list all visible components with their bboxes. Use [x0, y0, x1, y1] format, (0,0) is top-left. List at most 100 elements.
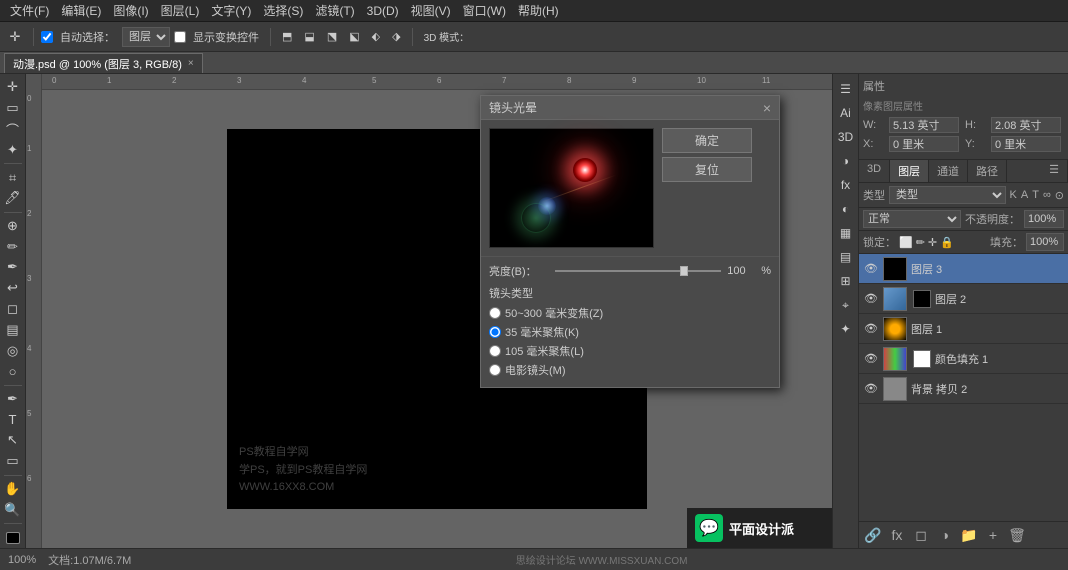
tool-type[interactable]: T — [2, 410, 24, 429]
icon-properties[interactable]: ☰ — [835, 78, 857, 100]
new-layer-btn[interactable]: + — [983, 525, 1003, 545]
delete-layer-btn[interactable]: 🗑 — [1007, 525, 1027, 545]
layer-2-visibility[interactable]: 👁 — [863, 291, 879, 307]
filter-type-select[interactable]: 类型 — [889, 186, 1006, 204]
tool-eraser[interactable]: ◻ — [2, 300, 24, 319]
tool-shape[interactable]: ▭ — [2, 452, 24, 471]
lens-radio-3[interactable] — [489, 364, 501, 376]
3d-mode-btn[interactable]: 3D 模式： — [420, 27, 474, 46]
icon-clone-source[interactable]: ⌖ — [835, 294, 857, 316]
filter-icon-1[interactable]: K — [1010, 189, 1017, 201]
fg-color-swatch[interactable] — [6, 532, 20, 544]
filter-toggle[interactable]: ⊙ — [1055, 189, 1064, 202]
tool-pen[interactable]: ✒ — [2, 390, 24, 409]
menu-layer[interactable]: 图层(L) — [155, 0, 206, 21]
tool-brush[interactable]: ✏ — [2, 237, 24, 256]
icon-swatches[interactable]: ▦ — [835, 222, 857, 244]
dialog-preview-canvas[interactable] — [489, 128, 654, 248]
tool-hand[interactable]: ✋ — [2, 479, 24, 498]
align-left-btn[interactable]: ⬒ — [278, 28, 296, 45]
opacity-input[interactable] — [1024, 210, 1064, 228]
align-bottom-btn[interactable]: ⬗ — [388, 28, 404, 45]
menu-filter[interactable]: 滤镜(T) — [309, 0, 360, 21]
tab-3d[interactable]: 3D — [859, 160, 890, 182]
tool-crop[interactable]: ⌗ — [2, 168, 24, 187]
menu-help[interactable]: 帮助(H) — [512, 0, 565, 21]
lock-position-icon[interactable]: ✛ — [928, 236, 937, 249]
lock-pixels-icon[interactable]: ✏ — [916, 236, 925, 249]
layer-item-bg-copy[interactable]: 👁 背景 拷贝 2 — [859, 374, 1068, 404]
menu-3d[interactable]: 3D(D) — [361, 2, 405, 20]
icon-camera-raw[interactable]: ✦ — [835, 318, 857, 340]
icon-patterns[interactable]: ⊞ — [835, 270, 857, 292]
layer-1-visibility[interactable]: 👁 — [863, 321, 879, 337]
tool-lasso[interactable]: ⌒ — [2, 120, 24, 139]
tool-history-brush[interactable]: ↩ — [2, 279, 24, 298]
lens-radio-0[interactable] — [489, 307, 501, 319]
add-mask-btn[interactable]: ◻ — [911, 525, 931, 545]
dialog-reset-btn[interactable]: 复位 — [662, 157, 752, 182]
move-tool-icon[interactable]: ✛ — [4, 26, 26, 48]
prop-w-input[interactable] — [889, 117, 959, 133]
layer-item-2[interactable]: 👁 图层 2 — [859, 284, 1068, 314]
show-transform-checkbox[interactable] — [174, 31, 186, 43]
menu-text[interactable]: 文字(Y) — [205, 0, 257, 21]
icon-gradients[interactable]: ▤ — [835, 246, 857, 268]
tab-channels[interactable]: 通道 — [929, 160, 968, 182]
link-layers-btn[interactable]: 🔗 — [863, 525, 883, 545]
lock-transparent-icon[interactable]: ⬜ — [899, 236, 913, 249]
icon-adjustments[interactable]: ◑ — [835, 150, 857, 172]
tool-stamp[interactable]: ✒ — [2, 258, 24, 277]
lens-radio-2[interactable] — [489, 345, 501, 357]
prop-h-input[interactable] — [991, 117, 1061, 133]
layer-3-visibility[interactable]: 👁 — [863, 261, 879, 277]
tool-zoom[interactable]: 🔍 — [2, 500, 24, 519]
tool-gradient[interactable]: ▤ — [2, 320, 24, 339]
blend-mode-select[interactable]: 正常 — [863, 210, 961, 228]
icon-color[interactable]: ◐ — [835, 198, 857, 220]
tab-close-btn[interactable]: × — [188, 58, 194, 69]
menu-file[interactable]: 文件(F) — [4, 0, 55, 21]
prop-y-input[interactable] — [991, 136, 1061, 152]
add-style-btn[interactable]: fx — [887, 525, 907, 545]
align-center-v-btn[interactable]: ⬖ — [368, 28, 384, 45]
layer-item-3[interactable]: 👁 图层 3 — [859, 254, 1068, 284]
menu-image[interactable]: 图像(I) — [107, 0, 154, 21]
tool-move[interactable]: ✛ — [2, 78, 24, 97]
tool-blur[interactable]: ◎ — [2, 341, 24, 360]
brightness-thumb[interactable] — [680, 266, 688, 276]
color-balance-visibility[interactable]: 👁 — [863, 351, 879, 367]
menu-select[interactable]: 选择(S) — [257, 0, 309, 21]
align-center-h-btn[interactable]: ⬓ — [300, 28, 318, 45]
menu-view[interactable]: 视图(V) — [405, 0, 457, 21]
tool-heal[interactable]: ⊕ — [2, 217, 24, 236]
dialog-close-btn[interactable]: × — [763, 101, 771, 115]
auto-select-checkbox[interactable] — [41, 31, 53, 43]
brightness-slider[interactable] — [555, 270, 721, 272]
fill-input[interactable] — [1026, 233, 1064, 251]
layer-item-color-balance[interactable]: 👁 颜色填充 1 — [859, 344, 1068, 374]
menu-window[interactable]: 窗口(W) — [457, 0, 512, 21]
layers-panel-menu[interactable]: ☰ — [1041, 160, 1068, 182]
new-group-btn[interactable]: 📁 — [959, 525, 979, 545]
dialog-confirm-btn[interactable]: 确定 — [662, 128, 752, 153]
align-right-btn[interactable]: ⬔ — [323, 28, 341, 45]
tab-layers[interactable]: 图层 — [890, 160, 929, 182]
align-top-btn[interactable]: ⬕ — [345, 28, 363, 45]
tool-dodge[interactable]: ○ — [2, 362, 24, 381]
lock-all-icon[interactable]: 🔒 — [940, 236, 954, 249]
icon-ai[interactable]: Ai — [835, 102, 857, 124]
filter-icon-3[interactable]: T — [1032, 189, 1039, 201]
new-adjustment-btn[interactable]: ◑ — [935, 525, 955, 545]
tool-magic-wand[interactable]: ✦ — [2, 141, 24, 160]
tool-eyedropper[interactable]: 🖊 — [2, 189, 24, 208]
bg-copy-visibility[interactable]: 👁 — [863, 381, 879, 397]
prop-x-input[interactable] — [889, 136, 959, 152]
active-tab[interactable]: 动漫.psd @ 100% (图层 3, RGB/8) × — [4, 53, 203, 73]
tool-marquee[interactable]: ▭ — [2, 99, 24, 118]
icon-styles[interactable]: fx — [835, 174, 857, 196]
filter-icon-2[interactable]: A — [1021, 189, 1028, 201]
tool-path-select[interactable]: ↖ — [2, 431, 24, 450]
tab-paths[interactable]: 路径 — [968, 160, 1007, 182]
lens-radio-1[interactable] — [489, 326, 501, 338]
